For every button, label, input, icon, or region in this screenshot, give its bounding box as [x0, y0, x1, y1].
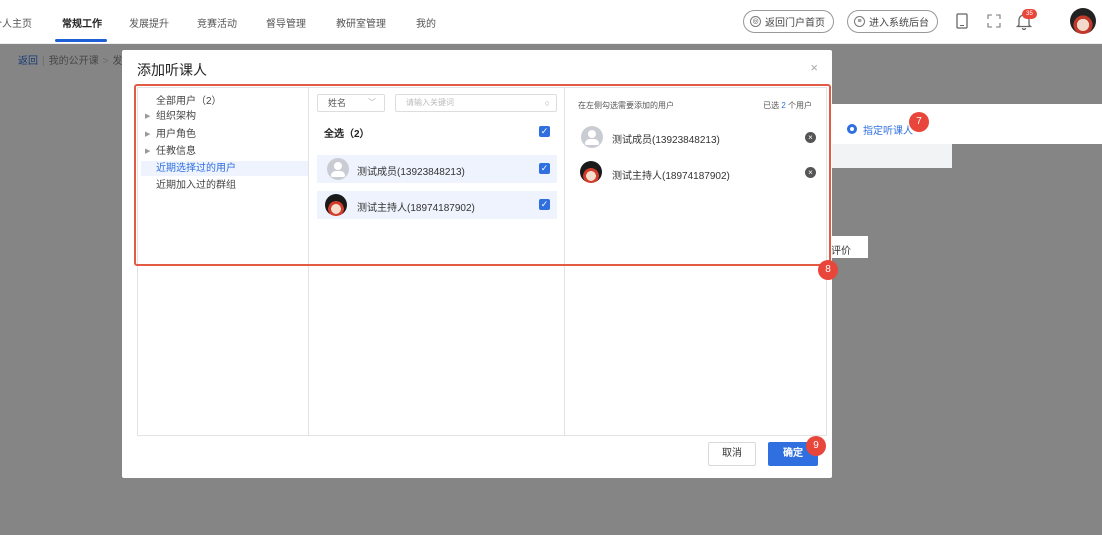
notification-badge: 35 [1022, 9, 1037, 19]
close-icon[interactable]: × [810, 60, 818, 75]
dialog-title: 添加听课人 [137, 62, 207, 78]
fullscreen-icon[interactable] [984, 11, 1004, 31]
admin-icon: ≡ [854, 16, 865, 27]
enter-admin-button[interactable]: ≡ 进入系统后台 [847, 10, 938, 33]
marker-9: 9 [806, 436, 826, 456]
nav-item-home[interactable]: 个人主页 [0, 15, 32, 30]
marker-8: 8 [818, 260, 838, 280]
nav-item-regular-work[interactable]: 常规工作 [62, 15, 102, 30]
nav-item-development[interactable]: 发展提升 [129, 15, 169, 30]
assign-listener-radio-top[interactable] [847, 124, 857, 134]
top-navigation: 个人主页 常规工作 发展提升 竞赛活动 督导管理 教研室管理 我的 ◎ 返回门户… [0, 0, 1102, 44]
marker-7: 7 [909, 112, 929, 132]
evaluation-fragment-top: 评价 [831, 246, 851, 257]
nav-item-teaching-office[interactable]: 教研室管理 [336, 15, 386, 30]
back-portal-label: 返回门户首页 [765, 18, 825, 29]
enter-admin-label: 进入系统后台 [869, 18, 929, 29]
nav-item-mine[interactable]: 我的 [416, 15, 436, 30]
active-tab-indicator [55, 39, 107, 42]
nav-item-competition[interactable]: 竞赛活动 [197, 15, 237, 30]
mobile-icon[interactable] [952, 11, 972, 31]
compass-icon: ◎ [750, 16, 761, 27]
assign-listener-label-top: 指定听课人 [863, 126, 913, 137]
highlight-box [134, 84, 831, 266]
cancel-button[interactable]: 取消 [708, 442, 756, 466]
back-portal-button[interactable]: ◎ 返回门户首页 [743, 10, 834, 33]
user-avatar[interactable] [1070, 8, 1096, 34]
nav-item-supervision[interactable]: 督导管理 [266, 15, 306, 30]
background-table-header-top [832, 144, 952, 168]
